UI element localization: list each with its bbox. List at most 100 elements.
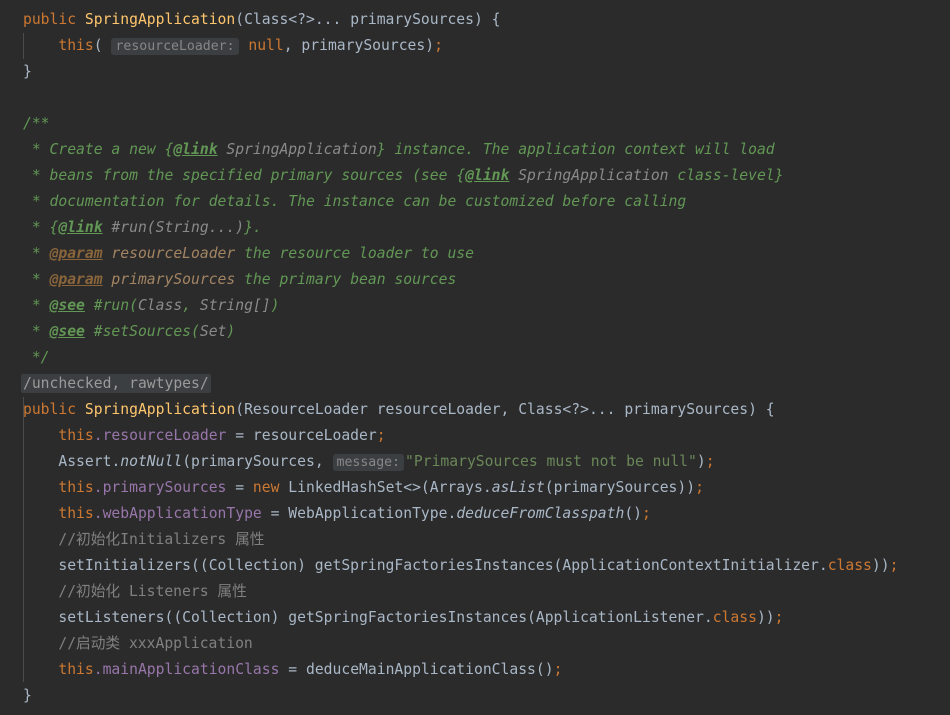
signature: Class<?>... primarySources) {	[518, 401, 775, 418]
semicolon: ;	[642, 505, 651, 522]
javadoc-text: * {	[23, 219, 59, 236]
call-args: (primarySources,	[182, 453, 333, 470]
javadoc-text: * beans from the specified primary sourc…	[23, 167, 466, 184]
closing-brace: }	[23, 63, 32, 80]
paren-open: (	[235, 401, 245, 418]
assignment: = WebApplicationType.	[261, 505, 457, 522]
javadoc-open: /**	[23, 115, 50, 132]
javadoc-text: )	[270, 297, 280, 314]
keyword-this: this	[58, 37, 94, 54]
code-line[interactable]: this.webApplicationType = WebApplication…	[0, 501, 950, 527]
assignment: = resourceLoader	[226, 427, 377, 444]
code-line[interactable]: }	[0, 683, 950, 709]
code-line[interactable]: this.mainApplicationClass = deduceMainAp…	[0, 657, 950, 683]
code-line[interactable]: Assert.notNull(primarySources, message: "…	[0, 449, 950, 475]
code-line[interactable]: * beans from the specified primary sourc…	[0, 163, 950, 189]
javadoc-tag-link[interactable]: @link	[173, 141, 217, 158]
code-line[interactable]: //初始化Initializers 属性	[0, 527, 950, 553]
javadoc-text: } instance. The application context will…	[376, 141, 775, 158]
code-line[interactable]: //启动类 xxxApplication	[0, 631, 950, 657]
javadoc-text: * Create a new {	[23, 141, 174, 158]
method-call: setInitializers((Collection) getSpringFa…	[58, 557, 828, 574]
code-line[interactable]: /**	[0, 111, 950, 137]
keyword-this: this	[58, 661, 94, 678]
call-args: (primarySources))	[544, 479, 696, 496]
javadoc-ref: #run(	[84, 297, 138, 314]
javadoc-tag-see[interactable]: @see	[50, 323, 85, 340]
javadoc-star: *	[23, 297, 50, 314]
code-editor[interactable]: public SpringApplication(Class<?>... pri…	[0, 0, 950, 715]
string-literal: "PrimarySources must not be null"	[405, 453, 697, 470]
code-line[interactable]: /unchecked, rawtypes/	[0, 371, 950, 397]
dot: .	[111, 453, 121, 470]
keyword-null: null	[239, 37, 284, 54]
code-line[interactable]: * @see #run(Class, String[])	[0, 293, 950, 319]
keyword-new: new	[252, 479, 280, 496]
indent-guide	[23, 33, 24, 59]
javadoc-ref-type: String[]	[199, 297, 271, 314]
method-name: deduceFromClasspath	[456, 505, 625, 522]
line-comment: //初始化 Listeners 属性	[58, 583, 247, 600]
call-args: , primarySources)	[283, 37, 435, 54]
code-line[interactable]: //初始化 Listeners 属性	[0, 579, 950, 605]
code-line[interactable]: setListeners((Collection) getSpringFacto…	[0, 605, 950, 631]
keyword-this: this	[58, 479, 94, 496]
code-line[interactable]: */	[0, 345, 950, 371]
parameter-hint-badge: resourceLoader:	[111, 38, 239, 55]
javadoc-close: */	[23, 349, 50, 366]
line-comment: //初始化Initializers 属性	[58, 531, 265, 548]
javadoc-tag-param[interactable]: @param	[50, 271, 103, 288]
semicolon: ;	[434, 37, 443, 54]
javadoc-tag-link[interactable]: @link	[465, 167, 509, 184]
code-line[interactable]: * documentation for details. The instanc…	[0, 189, 950, 215]
dot: .	[93, 479, 103, 496]
keyword-this: this	[58, 427, 94, 444]
javadoc-text: the primary bean sources	[235, 271, 457, 288]
line-comment: //启动类 xxxApplication	[58, 635, 253, 652]
code-line[interactable]: this.primarySources = new LinkedHashSet<…	[0, 475, 950, 501]
javadoc-text: ,	[182, 297, 200, 314]
field-name: primarySources	[102, 479, 227, 496]
assignment: =	[226, 479, 253, 496]
javadoc-star: *	[23, 271, 50, 288]
dot: .	[93, 427, 103, 444]
code-line[interactable]: this.resourceLoader = resourceLoader;	[0, 423, 950, 449]
code-line[interactable]: * {@link #run(String...)}.	[0, 215, 950, 241]
javadoc-link-target: SpringApplication	[509, 167, 669, 184]
code-line[interactable]: * @see #setSources(Set)	[0, 319, 950, 345]
field-name: webApplicationType	[102, 505, 262, 522]
code-line[interactable]: * Create a new {@link SpringApplication}…	[0, 137, 950, 163]
blank-line[interactable]	[0, 85, 950, 111]
semicolon: ;	[553, 661, 563, 678]
closing-brace: }	[23, 687, 32, 704]
class-name: LinkedHashSet<>(Arrays.	[279, 479, 492, 496]
signature: (Class<?>... primarySources) {	[235, 11, 501, 28]
code-line[interactable]: }	[0, 59, 950, 85]
assignment: = deduceMainApplicationClass()	[279, 661, 554, 678]
code-line[interactable]: public SpringApplication(Class<?>... pri…	[0, 7, 950, 33]
javadoc-tag-link[interactable]: @link	[58, 219, 102, 236]
folded-annotation-region[interactable]: /unchecked, rawtypes/	[21, 374, 211, 393]
semicolon: ;	[695, 479, 704, 496]
dot: .	[93, 505, 103, 522]
code-line[interactable]: * @param resourceLoader the resource loa…	[0, 241, 950, 267]
keyword-public: public	[23, 401, 77, 418]
code-line[interactable]: public SpringApplication(ResourceLoader …	[0, 397, 950, 423]
javadoc-link-target: #run(String...)	[102, 219, 245, 236]
javadoc-text: )	[226, 323, 236, 340]
code-line[interactable]: * @param primarySources the primary bean…	[0, 267, 950, 293]
javadoc-text: * documentation for details. The instanc…	[23, 193, 687, 210]
semicolon: ;	[774, 609, 784, 626]
javadoc-tag-see[interactable]: @see	[50, 297, 85, 314]
method-call: setListeners((Collection) getSpringFacto…	[58, 609, 713, 626]
code-line[interactable]: this( resourceLoader: null, primarySourc…	[0, 33, 950, 59]
declaration-name: SpringApplication	[84, 401, 236, 418]
javadoc-text: the resource loader to use	[235, 245, 474, 262]
code-line[interactable]: setInitializers((Collection) getSpringFa…	[0, 553, 950, 579]
javadoc-tag-param[interactable]: @param	[50, 245, 103, 262]
paren-close: ))	[871, 557, 890, 574]
method-name: notNull	[120, 453, 183, 470]
keyword-class: class	[712, 609, 757, 626]
